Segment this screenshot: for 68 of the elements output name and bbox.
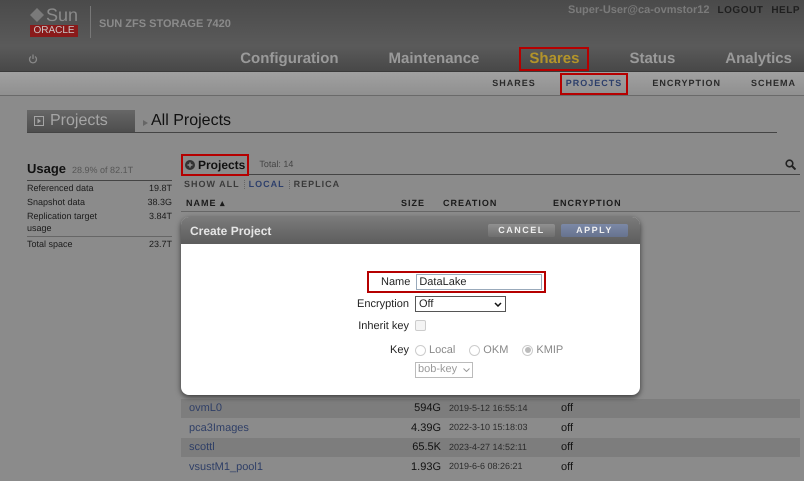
table-row[interactable]: ovmL0 594G 2019-5-12 16:55:14 off xyxy=(181,398,800,418)
table-row[interactable]: scottl 65.5K 2023-4-27 14:52:11 off xyxy=(181,438,800,457)
diamond-logo-icon xyxy=(30,8,44,22)
encryption-label: Encryption xyxy=(356,297,409,312)
creation-cell-text: 2022-3-10 15:18:03 xyxy=(449,421,529,434)
nav-tab[interactable]: Status xyxy=(619,46,686,70)
creation-cell-text: 2023-4-27 14:52:11 xyxy=(449,440,528,454)
total-count: Total: 14 xyxy=(259,158,294,171)
breadcrumb-current: All Projects xyxy=(151,111,232,131)
search-icon[interactable] xyxy=(785,159,796,170)
usage-value: 23.7T xyxy=(148,238,172,250)
sub-tab[interactable]: SCHEMA xyxy=(744,72,802,94)
projects-panel-tab[interactable]: Projects xyxy=(27,110,135,132)
projects-title: Projects xyxy=(198,156,246,174)
key-select[interactable]: bob-key xyxy=(415,362,473,378)
filter-link[interactable]: REPLICA xyxy=(294,178,340,192)
sub-tab[interactable]: SHARES xyxy=(486,72,542,94)
nav-tab[interactable]: Shares xyxy=(519,46,590,70)
nav-tab[interactable]: Configuration xyxy=(230,46,349,70)
dialog-button[interactable]: APPLY xyxy=(561,224,628,237)
size-cell-text: 65.5K xyxy=(411,440,441,455)
play-box-icon xyxy=(34,116,44,126)
sub-tab[interactable]: PROJECTS xyxy=(560,72,628,94)
usage-label: Snapshot data xyxy=(27,196,86,208)
usage-value: 3.84T xyxy=(148,210,172,222)
encryption-select[interactable]: Off xyxy=(415,296,506,312)
inherit-key-label: Inherit key xyxy=(357,318,409,334)
breadcrumb-arrow-icon xyxy=(143,120,148,126)
project-name-link[interactable]: ovmL0 xyxy=(181,400,391,416)
nav-tab[interactable]: Analytics xyxy=(715,46,802,70)
oracle-logo: ORACLE xyxy=(30,25,78,37)
power-icon[interactable] xyxy=(28,54,38,64)
project-name-link[interactable]: pca3Images xyxy=(181,420,391,436)
encryption-cell-text: off xyxy=(561,401,574,416)
usage-value: 38.3G xyxy=(147,196,172,208)
encryption-cell-text: off xyxy=(561,440,574,455)
creation-cell-text: 2019-6-6 08:26:21 xyxy=(449,460,524,473)
nav-tab[interactable]: Maintenance xyxy=(378,46,490,70)
key-label: Key xyxy=(389,343,409,358)
chevron-down-icon xyxy=(494,302,502,307)
product-name: SUN ZFS STORAGE 7420 xyxy=(99,17,231,32)
sun-logo: Sun xyxy=(46,6,78,24)
name-label: Name xyxy=(381,274,410,290)
dialog-button[interactable]: CANCEL xyxy=(488,224,555,237)
project-name-link[interactable]: vsustM1_pool1 xyxy=(181,458,391,475)
size-cell-text: 4.39G xyxy=(410,420,441,436)
column-header[interactable]: SIZE xyxy=(401,197,439,211)
filter-link[interactable]: LOCAL xyxy=(248,178,285,192)
sub-tab[interactable]: ENCRYPTION xyxy=(646,72,727,94)
usage-label: Replication target usage xyxy=(27,210,98,234)
add-icon[interactable] xyxy=(185,160,195,170)
creation-cell-text: 2019-5-12 16:55:14 xyxy=(449,402,529,414)
chevron-down-icon xyxy=(463,368,470,372)
filter-link[interactable]: SHOW ALL xyxy=(184,178,240,192)
column-header[interactable]: NAME ▴ xyxy=(181,197,401,211)
size-cell-text: 594G xyxy=(413,401,441,416)
dialog-title: Create Project xyxy=(190,222,272,240)
usage-value: 19.8T xyxy=(148,182,172,194)
size-cell-text: 1.93G xyxy=(410,460,441,474)
usage-label: Total space xyxy=(27,238,74,250)
usage-title: Usage xyxy=(27,160,66,178)
name-field[interactable]: DataLake xyxy=(416,274,542,290)
column-header[interactable]: CREATION xyxy=(443,197,553,211)
encryption-cell-text: off xyxy=(561,460,574,474)
encryption-cell-text: off xyxy=(561,420,574,436)
column-header[interactable]: ENCRYPTION xyxy=(553,197,653,211)
project-name-link[interactable]: scottl xyxy=(181,439,391,456)
usage-label: Referenced data xyxy=(27,182,95,194)
